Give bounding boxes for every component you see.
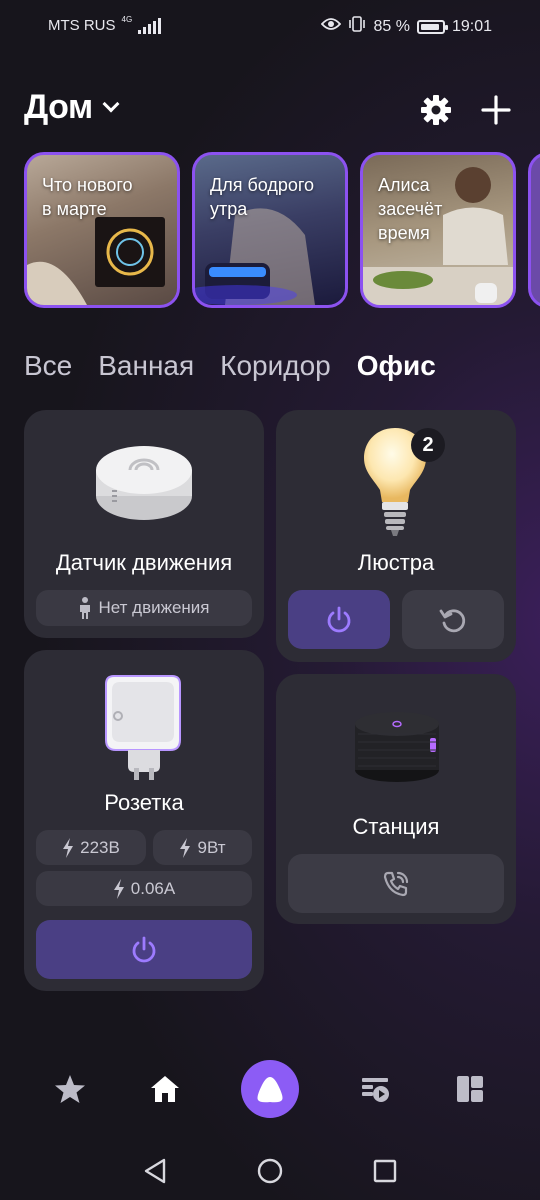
eye-comfort-icon (321, 17, 342, 36)
device-name: Розетка (104, 790, 184, 815)
group-count-badge: 2 (411, 428, 445, 462)
story-title: Для бодрого утра (210, 175, 315, 219)
home-title: Дом (24, 88, 93, 126)
phone-call-icon (383, 871, 409, 896)
socket-image (105, 675, 181, 780)
system-nav (0, 1146, 540, 1196)
alice-icon (257, 1077, 283, 1103)
socket-card[interactable]: Розетка 223В 9Вт 0.06А (24, 650, 264, 991)
station-call-button[interactable] (288, 854, 504, 913)
power-value: 9Вт (197, 837, 226, 857)
tab-office[interactable]: Офис (357, 350, 436, 382)
square-icon (373, 1159, 397, 1183)
circle-icon (257, 1158, 283, 1184)
voltage-value: 223В (80, 837, 120, 857)
device-name: Люстра (357, 550, 435, 575)
signal-icon (138, 17, 162, 34)
stories-carousel: Что нового в марте Для бодрого утра Алис… (24, 152, 540, 308)
add-button[interactable] (478, 92, 514, 128)
tab-all[interactable]: Все (24, 350, 72, 382)
gear-icon (421, 95, 451, 125)
power-pill: 9Вт (153, 830, 252, 865)
recents-button[interactable] (360, 1146, 410, 1196)
star-icon (55, 1075, 85, 1103)
network-type: 4G (121, 15, 133, 24)
nav-favorites[interactable] (40, 1058, 100, 1120)
chandelier-reset-button[interactable] (402, 590, 504, 649)
nav-media[interactable] (345, 1058, 405, 1120)
device-name: Датчик движения (55, 550, 233, 575)
current-value: 0.06А (130, 878, 176, 898)
dashboard-icon (457, 1076, 483, 1102)
home-system-button[interactable] (245, 1146, 295, 1196)
chevron-down-icon (102, 95, 120, 112)
home-icon (151, 1076, 179, 1102)
carrier-label: MTS RUS (48, 17, 116, 34)
tab-bathroom[interactable]: Ванная (98, 350, 194, 382)
device-name: Станция (352, 814, 440, 839)
socket-power-button[interactable] (36, 920, 252, 979)
back-button[interactable] (130, 1146, 180, 1196)
media-playlist-icon (362, 1078, 389, 1102)
vibrate-icon (348, 15, 366, 38)
plus-icon (481, 95, 511, 125)
back-triangle-icon (144, 1158, 166, 1184)
station-card[interactable]: Станция (276, 674, 516, 924)
story-card[interactable]: Для бодрого утра (192, 152, 348, 308)
voltage-pill: 223В (36, 830, 146, 865)
header: Дом (24, 88, 516, 132)
nav-dashboard[interactable] (440, 1058, 500, 1120)
chandelier-card[interactable]: 2 Люстра (276, 410, 516, 662)
story-title: Алиса засечёт время (378, 175, 443, 243)
motion-sensor-card[interactable]: Датчик движения Нет движения (24, 410, 264, 638)
power-icon (327, 606, 351, 632)
alice-button[interactable] (241, 1060, 299, 1118)
bottom-nav (0, 1058, 540, 1120)
story-title: Что нового в марте (42, 175, 133, 219)
motion-status: Нет движения (36, 590, 252, 626)
status-right: 85 % 19:01 (321, 15, 492, 38)
nav-home[interactable] (135, 1058, 195, 1120)
station-image (355, 712, 439, 782)
lightning-icon (180, 837, 191, 858)
power-icon (132, 936, 156, 962)
clock: 19:01 (451, 17, 492, 35)
story-card[interactable]: Алиса засечёт время (360, 152, 516, 308)
lightning-icon (113, 878, 124, 899)
chandelier-power-button[interactable] (288, 590, 390, 649)
current-pill: 0.06А (36, 871, 252, 906)
motion-status-text: Нет движения (98, 598, 210, 617)
motion-sensor-image (96, 446, 192, 520)
status-left: MTS RUS 4G (48, 15, 162, 34)
battery-percent: 85 % (373, 17, 410, 35)
home-selector[interactable]: Дом (24, 88, 120, 127)
room-tabs: Все Ванная Коридор Офис (24, 350, 436, 382)
settings-button[interactable] (418, 92, 454, 128)
rotate-ccw-icon (439, 608, 466, 632)
tab-corridor[interactable]: Коридор (220, 350, 331, 382)
story-card[interactable]: Что нового в марте (24, 152, 180, 308)
lightning-icon (63, 837, 74, 858)
person-icon (80, 597, 91, 619)
battery-icon (416, 19, 448, 34)
story-card[interactable] (528, 152, 540, 308)
status-bar: MTS RUS 4G 85 % 19:01 (0, 0, 540, 52)
